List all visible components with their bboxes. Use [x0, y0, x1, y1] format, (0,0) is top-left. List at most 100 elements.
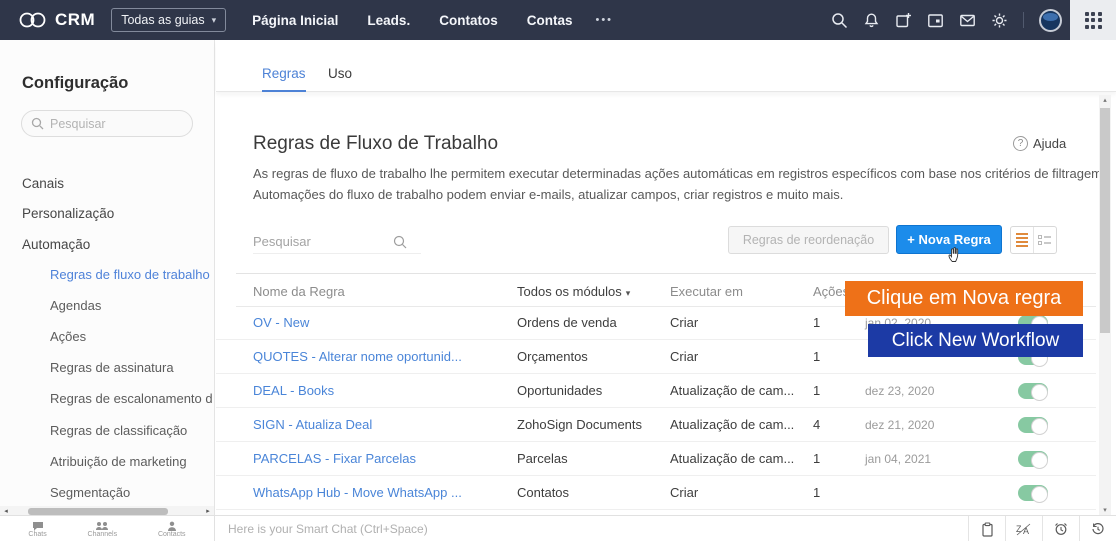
rules-search[interactable] — [253, 230, 421, 254]
tab-leads[interactable]: Leads. — [367, 13, 410, 28]
rule-toggle[interactable] — [1018, 485, 1048, 501]
channels-icon — [95, 521, 109, 531]
scroll-down-icon[interactable]: ▾ — [1099, 506, 1111, 514]
rule-execute-on: Atualização de cam... — [670, 383, 794, 398]
rule-toggle[interactable] — [1018, 417, 1048, 433]
contacts-label: Contacts — [158, 531, 186, 538]
calendar-icon[interactable] — [927, 12, 944, 29]
sidebar-item-regras-assinatura[interactable]: Regras de assinatura — [50, 360, 174, 375]
sidebar-item-automacao[interactable]: Automação — [22, 237, 90, 252]
zoho-logo-icon — [18, 11, 48, 29]
sidebar-item-personalizacao[interactable]: Personalização — [22, 206, 114, 221]
annotation-click-new-workflow: Click New Workflow — [868, 324, 1083, 357]
rule-modified-date: dez 21, 2020 — [865, 418, 934, 432]
settings-gear-icon[interactable] — [991, 12, 1008, 29]
rule-toggle[interactable] — [1018, 451, 1048, 467]
clipboard-button[interactable] — [968, 516, 1005, 541]
sidebar-item-atribuicao-marketing[interactable]: Atribuição de marketing — [50, 454, 187, 469]
scroll-right-icon[interactable]: ▸ — [202, 507, 214, 515]
alarm-button[interactable] — [1042, 516, 1079, 541]
rule-link[interactable]: QUOTES - Alterar nome oportunid... — [253, 349, 462, 364]
rule-link[interactable]: WhatsApp Hub - Move WhatsApp ... — [253, 485, 462, 500]
smart-chat-bar: Chats Channels Contacts Here is your Sma… — [0, 515, 1116, 541]
user-avatar[interactable] — [1039, 9, 1062, 32]
help-button[interactable]: ? Ajuda — [1013, 136, 1066, 151]
history-button[interactable] — [1079, 516, 1116, 541]
tab-uso[interactable]: Uso — [328, 66, 352, 81]
rule-module: ZohoSign Documents — [517, 417, 642, 432]
contacts-button[interactable]: Contacts — [158, 521, 186, 538]
rule-actions-count: 1 — [813, 485, 820, 500]
clipboard-icon — [981, 522, 994, 537]
bell-icon[interactable] — [863, 12, 880, 29]
rule-module: Oportunidades — [517, 383, 602, 398]
rule-link[interactable]: OV - New — [253, 315, 309, 330]
list-view-icon[interactable] — [1011, 227, 1034, 253]
sidebar-item-regras-escalonamento[interactable]: Regras de escalonamento de c — [50, 391, 213, 406]
chevron-down-icon: ▾ — [212, 15, 217, 26]
scroll-left-icon[interactable]: ◂ — [0, 507, 12, 515]
sidebar-search-input[interactable] — [50, 117, 180, 131]
rule-module: Ordens de venda — [517, 315, 617, 330]
page-description-line1: As regras de fluxo de trabalho lhe permi… — [253, 166, 1106, 181]
navbar-actions — [831, 0, 1062, 40]
mouse-cursor-icon — [947, 245, 963, 263]
sidebar-item-segmentacao[interactable]: Segmentação — [50, 485, 130, 500]
help-question-icon: ? — [1013, 136, 1028, 151]
chats-button[interactable]: Chats — [28, 521, 46, 538]
tab-pagina-inicial[interactable]: Página Inicial — [252, 13, 338, 28]
help-label: Ajuda — [1033, 136, 1066, 151]
all-tabs-dropdown[interactable]: Todas as guias ▾ — [111, 8, 226, 32]
rule-actions-count: 4 — [813, 417, 820, 432]
channels-button[interactable]: Channels — [88, 521, 118, 538]
sidebar-item-regras-de-fluxo[interactable]: Regras de fluxo de trabalho — [50, 267, 210, 282]
scroll-up-icon[interactable]: ▴ — [1099, 96, 1111, 104]
apps-panel[interactable] — [1070, 0, 1116, 40]
table-divider — [236, 273, 1096, 274]
compose-icon[interactable] — [895, 12, 912, 29]
reorder-rules-button[interactable]: Regras de reordenação — [728, 226, 889, 254]
rule-modified-date: dez 23, 2020 — [865, 384, 934, 398]
apps-grid-icon — [1085, 12, 1102, 29]
chevron-down-icon: ▾ — [626, 288, 631, 298]
search-icon — [393, 235, 407, 249]
sidebar-search[interactable] — [21, 110, 193, 137]
smart-chat-hint[interactable]: Here is your Smart Chat (Ctrl+Space) — [228, 522, 428, 536]
sidebar-item-agendas[interactable]: Agendas — [50, 298, 101, 313]
rule-link[interactable]: PARCELAS - Fixar Parcelas — [253, 451, 416, 466]
rule-link[interactable]: DEAL - Books — [253, 383, 334, 398]
tab-contatos[interactable]: Contatos — [439, 13, 498, 28]
detail-view-icon[interactable] — [1034, 227, 1056, 253]
table-row: SIGN - Atualiza Deal ZohoSign Documents … — [216, 408, 1096, 442]
tab-regras[interactable]: Regras — [262, 66, 306, 92]
header-module-filter[interactable]: Todos os módulos▾ — [517, 284, 630, 299]
contact-person-icon — [167, 521, 177, 531]
navbar-divider — [1023, 12, 1024, 28]
vertical-scrollbar[interactable]: ▴ ▾ — [1099, 95, 1111, 515]
mail-icon[interactable] — [959, 12, 976, 29]
rule-link[interactable]: SIGN - Atualiza Deal — [253, 417, 372, 432]
zia-translate-icon: ZA — [1016, 523, 1032, 536]
main-content: Regras Uso Regras de Fluxo de Trabalho ?… — [216, 40, 1116, 515]
annotation-clique-nova-regra: Clique em Nova regra — [845, 281, 1083, 316]
rules-search-input[interactable] — [253, 234, 393, 249]
rule-module: Orçamentos — [517, 349, 588, 364]
more-tabs-icon[interactable]: ••• — [595, 14, 613, 26]
sidebar-item-regras-classificacao[interactable]: Regras de classificação — [50, 423, 187, 438]
scrollbar-thumb[interactable] — [28, 508, 168, 515]
sidebar-item-canais[interactable]: Canais — [22, 176, 64, 191]
zia-translate-button[interactable]: ZA — [1005, 516, 1042, 541]
search-icon[interactable] — [831, 12, 848, 29]
scrollbar-thumb[interactable] — [1100, 108, 1110, 333]
sidebar-item-acoes[interactable]: Ações — [50, 329, 86, 344]
tab-contas[interactable]: Contas — [527, 13, 573, 28]
rule-toggle[interactable] — [1018, 383, 1048, 399]
brand-title: CRM — [55, 10, 95, 30]
rule-actions-count: 1 — [813, 383, 820, 398]
rule-actions-count: 1 — [813, 451, 820, 466]
table-row: PARCELAS - Fixar Parcelas Parcelas Atual… — [216, 442, 1096, 476]
header-executar-em: Executar em — [670, 284, 743, 299]
rule-execute-on: Atualização de cam... — [670, 451, 794, 466]
workflow-tabs-row: Regras Uso — [216, 40, 1116, 92]
rule-module: Contatos — [517, 485, 569, 500]
